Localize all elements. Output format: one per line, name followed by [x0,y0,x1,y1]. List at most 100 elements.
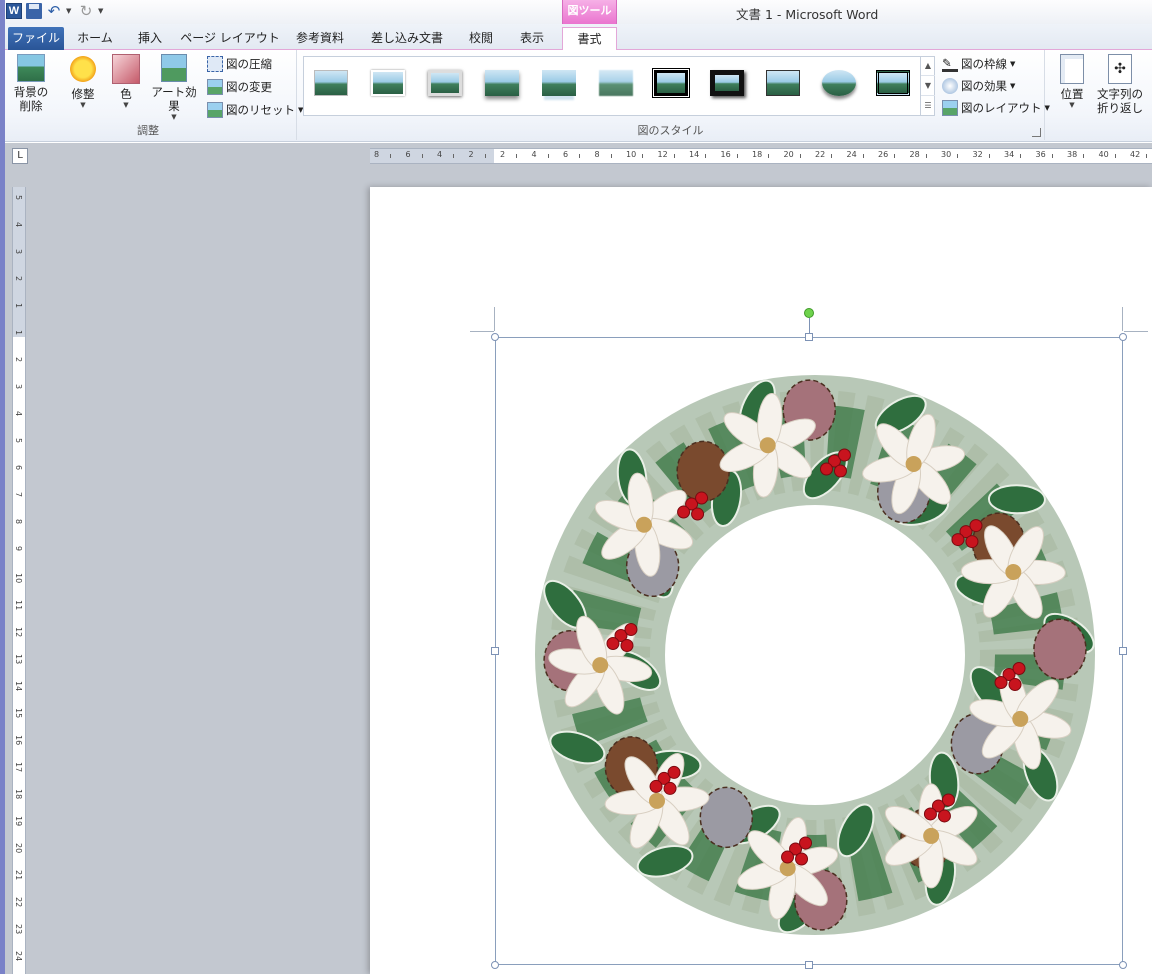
style-thumb-1[interactable] [310,66,352,100]
rotation-handle[interactable] [804,308,814,318]
style-thumb-6[interactable] [595,66,637,100]
resize-handle-top-left[interactable] [491,333,499,341]
red-berry [941,793,955,807]
tab-view[interactable]: 表示 [510,27,554,50]
resize-handle-bottom[interactable] [805,961,813,969]
ruler-top-margin [13,187,25,337]
poinsettia-center [592,657,609,674]
ruler-tick [1020,154,1021,158]
red-berry [695,491,709,505]
ruler-number: 4 [14,222,23,228]
ruler-number: 26 [878,150,889,159]
resize-handle-right[interactable] [1119,647,1127,655]
ruler-number: 38 [1067,150,1078,159]
compress-pictures-button[interactable]: 図の圧縮 [207,54,272,74]
style-thumb-7[interactable] [650,66,692,100]
ruler-number: 16 [14,735,23,746]
ruler-tick [610,154,612,158]
change-picture-button[interactable]: 図の変更 [207,77,272,97]
style-thumb-5[interactable] [538,66,580,100]
picture-effects-label: 図の効果 [961,79,1007,93]
style-thumb-2[interactable] [367,66,409,100]
position-button[interactable]: 位置 ▼ [1052,54,1092,109]
ruler-number: 3 [14,384,23,390]
tab-page-layout[interactable]: ページ レイアウト [180,27,280,50]
remove-background-button[interactable]: 背景の 削除 [6,54,56,113]
red-berry [994,675,1008,689]
ruler-number: 40 [1098,150,1109,159]
tab-references[interactable]: 参考資料 [287,27,353,50]
picture-layout-label: 図のレイアウト [961,101,1042,115]
gallery-more-icon[interactable]: ☰ [921,96,935,116]
crop-mark [1122,307,1123,331]
word-app-icon[interactable]: W [6,3,22,19]
ruler-number: 8 [594,150,600,159]
tab-file[interactable]: ファイル [8,27,64,50]
ruler-number: 6 [563,150,569,159]
picture-tools-label: 図ツール [562,0,617,24]
style-thumb-10[interactable] [818,66,860,100]
tab-review[interactable]: 校閲 [460,27,502,50]
title-bar: W ↶ ▼ ↻ ▼ 図ツール 文書 1 - Microsoft Word [0,0,1152,24]
style-thumb-4[interactable] [481,66,523,100]
resize-handle-top[interactable] [805,333,813,341]
tab-format[interactable]: 書式 [562,27,617,51]
red-berry [965,535,979,549]
style-thumb-3[interactable] [424,66,466,100]
picture-effects-button[interactable]: 図の効果 ▼ [942,76,1015,96]
red-berry [624,623,638,637]
resize-handle-top-right[interactable] [1119,333,1127,341]
save-icon[interactable] [26,3,42,19]
reset-picture-button[interactable]: 図のリセット ▼ [207,100,303,120]
group-label-picture-styles: 図のスタイル [637,124,704,137]
crop-mark [494,307,495,331]
ruler-tick [799,154,801,158]
tab-selector[interactable]: L [12,148,28,164]
reset-picture-icon [207,102,223,118]
dialog-launcher-icon[interactable] [1032,128,1041,137]
ruler-number: 32 [972,150,983,159]
ruler-tick [673,154,675,158]
horizontal-ruler[interactable]: 8 6 4 2 2 4 6 8 10 12 14 16 18 20 22 24 26 28 30 32 34 36 38 40… [370,148,1152,164]
gallery-down-icon[interactable]: ▼ [921,76,935,96]
ruler-number: 22 [14,897,23,908]
picture-border-button[interactable]: ✎ 図の枠線 ▼ [942,54,1015,74]
color-label: 色 [120,87,132,101]
wrap-text-button[interactable]: ✣ 文字列の 折り返し [1092,54,1148,115]
customize-qat-icon[interactable]: ▼ [98,7,106,15]
resize-handle-bottom-left[interactable] [491,961,499,969]
artistic-effects-button[interactable]: アート効果 ▼ [146,54,202,121]
pencil-icon: ✎ [942,56,958,72]
wrap-text-icon: ✣ [1108,54,1132,84]
ruler-tick [862,154,864,158]
style-thumb-9[interactable] [762,66,804,100]
pine-cone [1033,618,1087,680]
tab-home[interactable]: ホーム [70,27,120,50]
corrections-sun-icon [68,54,98,84]
chevron-down-icon: ▼ [80,101,86,109]
ruler-tick [705,154,706,158]
style-thumb-8[interactable] [706,66,748,100]
ruler-number: 16 [720,150,731,159]
redo-icon[interactable]: ↻ [78,3,94,19]
red-berry [649,779,663,793]
chevron-down-icon: ▼ [171,113,177,121]
gallery-up-icon[interactable]: ▲ [921,56,935,76]
picture-layout-button[interactable]: 図のレイアウト ▼ [942,98,1050,118]
style-thumb-11[interactable] [872,66,914,100]
group-adjust: 背景の 削除 修整 ▼ 色 ▼ アート効果 ▼ 図の圧縮 図の変更 図のリセット… [0,50,303,140]
resize-handle-bottom-right[interactable] [1119,961,1127,969]
resize-handle-left[interactable] [491,647,499,655]
ruler-number: 23 [14,924,23,935]
undo-icon[interactable]: ↶ [46,3,62,19]
change-picture-icon [207,79,223,95]
quick-access-toolbar: W ↶ ▼ ↻ ▼ [6,3,106,19]
tab-mailings[interactable]: 差し込み文書 [362,27,452,50]
corrections-button[interactable]: 修整 ▼ [62,54,104,109]
tab-insert[interactable]: 挿入 [128,27,172,50]
undo-dropdown-icon[interactable]: ▼ [66,7,74,15]
vertical-ruler[interactable]: 5 4 3 2 1 1 2 3 4 5 6 7 8 9 10 11 12 13 14 15 16 17 18 19 20 21 22… [12,187,26,974]
red-berry [606,637,620,651]
color-button[interactable]: 色 ▼ [108,54,144,109]
red-berry [937,809,951,823]
